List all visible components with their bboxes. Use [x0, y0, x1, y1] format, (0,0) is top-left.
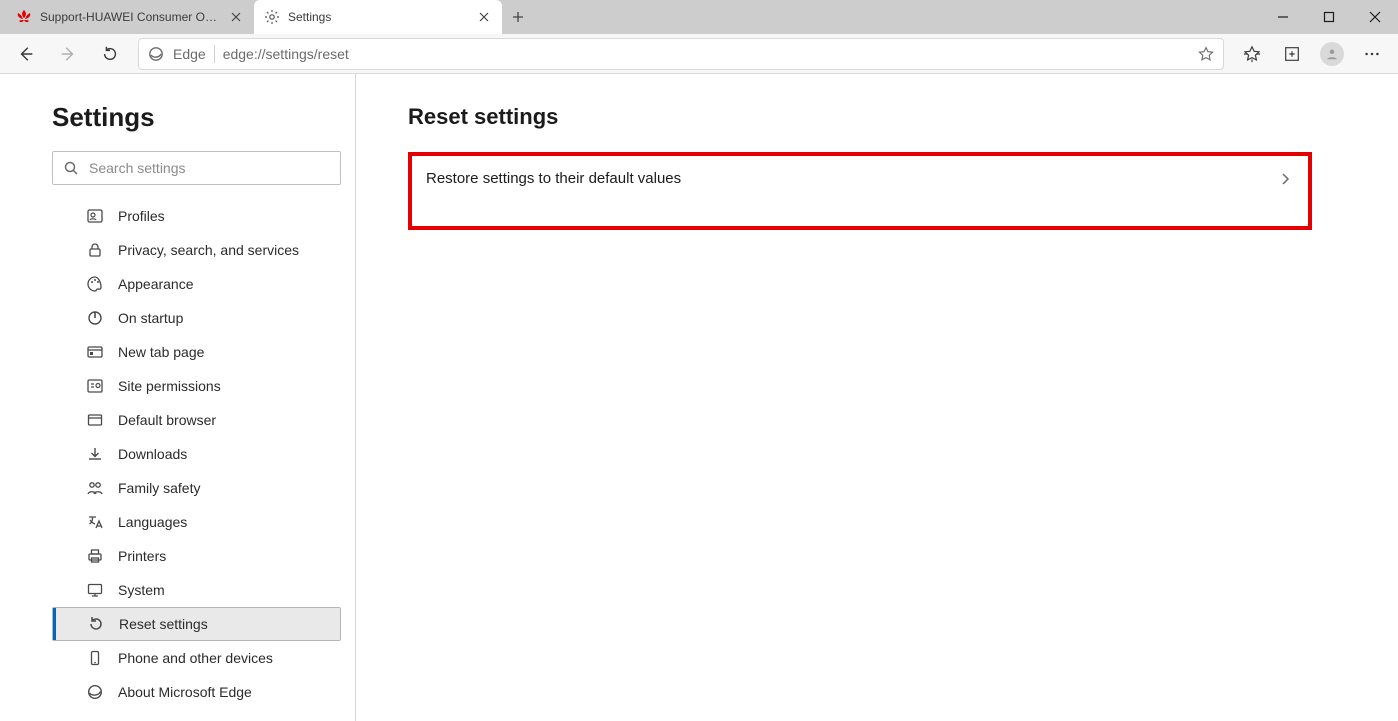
- power-icon: [86, 309, 104, 327]
- more-button[interactable]: [1352, 34, 1392, 74]
- omnibox-url: edge://settings/reset: [223, 46, 1189, 62]
- minimize-button[interactable]: [1260, 0, 1306, 34]
- favorite-star-icon[interactable]: [1197, 45, 1215, 63]
- tab-title: Settings: [288, 10, 468, 24]
- sidebar-item-label: On startup: [118, 310, 183, 326]
- search-settings[interactable]: [52, 151, 341, 185]
- sidebar-item-label: Languages: [118, 514, 187, 530]
- avatar: [1320, 42, 1344, 66]
- sidebar-item-appearance[interactable]: Appearance: [76, 267, 341, 301]
- window-icon: [86, 411, 104, 429]
- content: Settings Profiles Privacy, search, and se…: [0, 74, 1398, 721]
- sidebar-item-downloads[interactable]: Downloads: [76, 437, 341, 471]
- settings-main: Reset settings Restore settings to their…: [356, 74, 1398, 721]
- favorites-button[interactable]: [1232, 34, 1272, 74]
- forward-button[interactable]: [48, 34, 88, 74]
- sidebar-item-reset-settings[interactable]: Reset settings: [52, 607, 341, 641]
- back-button[interactable]: [6, 34, 46, 74]
- search-input[interactable]: [89, 160, 330, 176]
- profile-card-icon: [86, 207, 104, 225]
- window-controls: [1260, 0, 1398, 34]
- page-title: Reset settings: [408, 104, 1358, 130]
- sidebar-item-default-browser[interactable]: Default browser: [76, 403, 341, 437]
- system-icon: [86, 581, 104, 599]
- maximize-button[interactable]: [1306, 0, 1352, 34]
- sidebar-item-label: Reset settings: [119, 616, 208, 632]
- settings-sidebar: Settings Profiles Privacy, search, and se…: [0, 74, 356, 721]
- sidebar-item-label: About Microsoft Edge: [118, 684, 252, 700]
- sidebar-item-label: Downloads: [118, 446, 187, 462]
- gear-icon: [264, 9, 280, 25]
- sidebar-item-label: Profiles: [118, 208, 165, 224]
- collections-button[interactable]: [1272, 34, 1312, 74]
- search-icon: [63, 160, 79, 176]
- permissions-icon: [86, 377, 104, 395]
- sidebar-item-label: Phone and other devices: [118, 650, 273, 666]
- sidebar-item-label: Family safety: [118, 480, 200, 496]
- reset-icon: [87, 615, 105, 633]
- download-icon: [86, 445, 104, 463]
- huawei-favicon: [16, 9, 32, 25]
- sidebar-item-phone-and-other-devices[interactable]: Phone and other devices: [76, 641, 341, 675]
- new-tab-button[interactable]: [502, 0, 534, 34]
- sidebar-item-label: Default browser: [118, 412, 216, 428]
- close-tab-button[interactable]: [228, 9, 244, 25]
- sidebar-item-new-tab-page[interactable]: New tab page: [76, 335, 341, 369]
- sidebar-item-on-startup[interactable]: On startup: [76, 301, 341, 335]
- sidebar-item-label: System: [118, 582, 165, 598]
- sidebar-item-system[interactable]: System: [76, 573, 341, 607]
- sidebar-item-label: Appearance: [118, 276, 194, 292]
- profile-button[interactable]: [1312, 34, 1352, 74]
- edge-icon: [147, 45, 165, 63]
- close-tab-button[interactable]: [476, 9, 492, 25]
- sidebar-item-family-safety[interactable]: Family safety: [76, 471, 341, 505]
- sidebar-item-label: Site permissions: [118, 378, 221, 394]
- sidebar-item-profiles[interactable]: Profiles: [76, 199, 341, 233]
- edge-icon: [86, 683, 104, 701]
- toolbar-right: [1232, 34, 1392, 74]
- tabstrip-spacer: [534, 0, 1260, 34]
- tab-title: Support-HUAWEI Consumer Offi...: [40, 10, 220, 24]
- refresh-button[interactable]: [90, 34, 130, 74]
- palette-icon: [86, 275, 104, 293]
- restore-defaults-label: Restore settings to their default values: [426, 170, 681, 187]
- omnibox-separator: [214, 45, 215, 63]
- sidebar-item-printers[interactable]: Printers: [76, 539, 341, 573]
- newtab-icon: [86, 343, 104, 361]
- printer-icon: [86, 547, 104, 565]
- lock-icon: [86, 241, 104, 259]
- sidebar-item-site-permissions[interactable]: Site permissions: [76, 369, 341, 403]
- phone-icon: [86, 649, 104, 667]
- restore-defaults-row[interactable]: Restore settings to their default values: [408, 152, 1312, 230]
- sidebar-item-languages[interactable]: Languages: [76, 505, 341, 539]
- sidebar-heading: Settings: [52, 102, 341, 133]
- sidebar-item-label: Printers: [118, 548, 166, 564]
- sidebar-item-about-microsoft-edge[interactable]: About Microsoft Edge: [76, 675, 341, 709]
- address-bar[interactable]: Edge edge://settings/reset: [138, 38, 1224, 70]
- sidebar-item-privacy-search-and-services[interactable]: Privacy, search, and services: [76, 233, 341, 267]
- settings-nav: Profiles Privacy, search, and services App…: [52, 199, 341, 709]
- family-icon: [86, 479, 104, 497]
- sidebar-item-label: New tab page: [118, 344, 204, 360]
- tab-strip: Support-HUAWEI Consumer Offi... Settings: [0, 0, 1398, 34]
- toolbar: Edge edge://settings/reset: [0, 34, 1398, 74]
- close-window-button[interactable]: [1352, 0, 1398, 34]
- tab-settings[interactable]: Settings: [254, 0, 502, 34]
- tab-huawei[interactable]: Support-HUAWEI Consumer Offi...: [6, 0, 254, 34]
- languages-icon: [86, 513, 104, 531]
- chevron-right-icon: [1276, 170, 1294, 188]
- sidebar-item-label: Privacy, search, and services: [118, 242, 299, 258]
- omnibox-protocol: Edge: [173, 46, 206, 62]
